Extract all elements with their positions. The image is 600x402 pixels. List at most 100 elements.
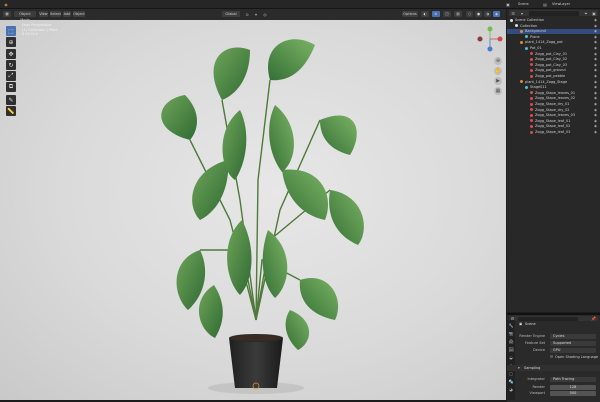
shading-solid-icon[interactable]: ●: [475, 11, 482, 17]
scene-label[interactable]: Scene: [518, 1, 529, 7]
filter-icon[interactable]: ⏷: [583, 10, 589, 16]
scene-title-icon: ▣: [519, 322, 523, 326]
outliner-item[interactable]: Plane ◉: [507, 35, 600, 40]
render-samples-field[interactable]: 128: [550, 384, 596, 390]
select-box-tool-icon[interactable]: ⬚: [6, 26, 16, 36]
editor-type-button[interactable]: ▦: [3, 11, 11, 17]
collection-icon: [515, 24, 518, 28]
menu-object[interactable]: Object: [73, 11, 85, 17]
outliner-item[interactable]: Scene Collection ◉: [507, 18, 600, 23]
camera-view-icon[interactable]: ▶: [494, 77, 502, 85]
outliner-item[interactable]: Background ◉: [507, 29, 600, 35]
shading-rendered-icon[interactable]: ◉: [493, 11, 500, 17]
visibility-eye-icon[interactable]: ◉: [594, 24, 597, 29]
visibility-eye-icon[interactable]: ◉: [594, 80, 597, 85]
measure-tool-icon[interactable]: 📏: [6, 106, 16, 116]
visibility-eye-icon[interactable]: ◉: [594, 18, 597, 23]
outliner-item[interactable]: Zogg_pot_pebble ◉: [507, 74, 600, 79]
outliner-item-label: Zogg_Stape_leaves_03: [535, 113, 576, 118]
outliner-item[interactable]: Collection ◉: [507, 24, 600, 29]
visibility-eye-icon[interactable]: ◉: [594, 63, 597, 68]
snap-icon[interactable]: ⌖: [253, 11, 259, 17]
blender-logo-icon[interactable]: ◉: [3, 1, 9, 7]
visibility-eye-icon[interactable]: ◉: [594, 57, 597, 62]
visibility-eye-icon[interactable]: ◉: [594, 113, 597, 118]
visibility-eye-icon[interactable]: ◉: [594, 68, 597, 73]
outliner-item-label: Zogg_Stape_dry_02: [535, 107, 570, 112]
visibility-eye-icon[interactable]: ◉: [594, 85, 597, 90]
visibility-eye-icon[interactable]: ◉: [594, 96, 597, 101]
new-collection-icon[interactable]: ▣: [591, 10, 597, 16]
perspective-toggle-icon[interactable]: ▦: [494, 87, 502, 95]
visibility-eye-icon[interactable]: ◉: [594, 74, 597, 79]
outliner-search-input[interactable]: [529, 10, 579, 16]
mode-dropdown[interactable]: Object Mode: [14, 11, 36, 22]
feature-set-row: Feature Set Supported: [507, 340, 600, 346]
integrator-dropdown[interactable]: Path Tracing: [550, 376, 596, 382]
outliner-item[interactable]: Pot_01 ◉: [507, 46, 600, 51]
visibility-eye-icon[interactable]: ◉: [594, 40, 597, 45]
visibility-eye-icon[interactable]: ◉: [594, 46, 597, 51]
view-layer-label[interactable]: ViewLayer: [552, 1, 570, 7]
feature-set-dropdown[interactable]: Supported: [550, 340, 596, 346]
outliner-item[interactable]: Zogg_Stape_leaf_02 ◉: [507, 124, 600, 129]
gizmo-toggle-icon[interactable]: ⊕: [432, 11, 440, 17]
menu-view[interactable]: View: [39, 11, 48, 17]
outliner-item[interactable]: Zogg_pot_ground ◉: [507, 68, 600, 73]
navigation-gizmo[interactable]: [476, 25, 504, 53]
sampling-section-header[interactable]: ▾ Sampling: [507, 365, 600, 371]
xray-toggle-icon[interactable]: ▧: [454, 11, 462, 17]
visibility-eye-icon[interactable]: ◉: [594, 119, 597, 124]
zoom-icon[interactable]: ⊕: [494, 57, 502, 65]
viewport-samples-field[interactable]: 500: [550, 390, 596, 396]
orientation-dropdown[interactable]: Global: [222, 11, 240, 17]
outliner-item[interactable]: Zogg_Stape_leaves_03 ◉: [507, 113, 600, 118]
outliner-item[interactable]: Zogg_Stape_dry_02 ◉: [507, 108, 600, 113]
visibility-eye-icon[interactable]: ◉: [594, 102, 597, 107]
view-layer-icon[interactable]: ▤: [542, 1, 548, 7]
device-dropdown[interactable]: GPU: [550, 347, 596, 353]
visibility-icon[interactable]: ◐: [421, 11, 429, 17]
menu-add[interactable]: Add: [63, 11, 71, 17]
pan-icon[interactable]: ✋: [494, 67, 502, 75]
outliner-editor-icon[interactable]: ☰: [510, 10, 516, 16]
outliner-item[interactable]: plant_1414_Zogg_pot ◉: [507, 40, 600, 45]
outliner-item[interactable]: Stage011 ◉: [507, 85, 600, 90]
outliner-item[interactable]: Zogg_Stape_leaf_03 ◉: [507, 130, 600, 135]
rotate-tool-icon[interactable]: ↻: [6, 60, 16, 70]
visibility-eye-icon[interactable]: ◉: [594, 124, 597, 129]
scale-tool-icon[interactable]: ⤢: [6, 71, 16, 81]
pivot-icon[interactable]: ⊙: [244, 11, 250, 17]
options-dropdown[interactable]: Options: [402, 11, 418, 17]
transform-tool-icon[interactable]: ⧉: [6, 82, 16, 92]
visibility-eye-icon[interactable]: ◉: [594, 35, 597, 40]
3d-viewport[interactable]: User Perspective (1) Collection | Plant …: [0, 20, 506, 400]
cursor-tool-icon[interactable]: ⊕: [6, 37, 16, 47]
visibility-eye-icon[interactable]: ◉: [594, 130, 597, 135]
scene-icon[interactable]: ▣: [505, 1, 511, 7]
move-tool-icon[interactable]: ✥: [6, 49, 16, 59]
proportional-edit-icon[interactable]: ◎: [262, 11, 268, 17]
render-engine-dropdown[interactable]: Cycles: [550, 333, 596, 339]
outliner-item[interactable]: Zogg_pot_Clay_01 ◉: [507, 52, 600, 57]
outliner-item[interactable]: Zogg_pot_Clay_02 ◉: [507, 57, 600, 62]
shading-material-icon[interactable]: ◑: [484, 11, 491, 17]
shading-wireframe-icon[interactable]: ○: [466, 11, 473, 17]
osl-checkbox[interactable]: [550, 355, 553, 358]
outliner-item[interactable]: Zogg_Stape_leaf_01 ◉: [507, 119, 600, 124]
visibility-eye-icon[interactable]: ◉: [594, 29, 597, 34]
menu-select[interactable]: Select: [50, 11, 61, 17]
outliner-item[interactable]: Zogg_Stape_dry_01 ◉: [507, 102, 600, 107]
properties-search-input[interactable]: [518, 316, 578, 321]
visibility-eye-icon[interactable]: ◉: [594, 108, 597, 113]
overlay-toggle-icon[interactable]: ◫: [443, 11, 451, 17]
outliner-item[interactable]: Zogg_pot_Clay_03 ◉: [507, 63, 600, 68]
outliner-item[interactable]: plant_1414_Zogg_Stage ◉: [507, 80, 600, 85]
visibility-eye-icon[interactable]: ◉: [594, 91, 597, 96]
outliner-item[interactable]: Zogg_Stape_leaves_01 ◉: [507, 91, 600, 96]
integrator-row: Integrator Path Tracing: [507, 376, 600, 382]
annotate-tool-icon[interactable]: ✎: [6, 95, 16, 105]
outliner-item[interactable]: Zogg_Stape_leaves_02 ◉: [507, 96, 600, 101]
visibility-eye-icon[interactable]: ◉: [594, 52, 597, 57]
display-mode-icon[interactable]: ▾: [519, 10, 525, 16]
